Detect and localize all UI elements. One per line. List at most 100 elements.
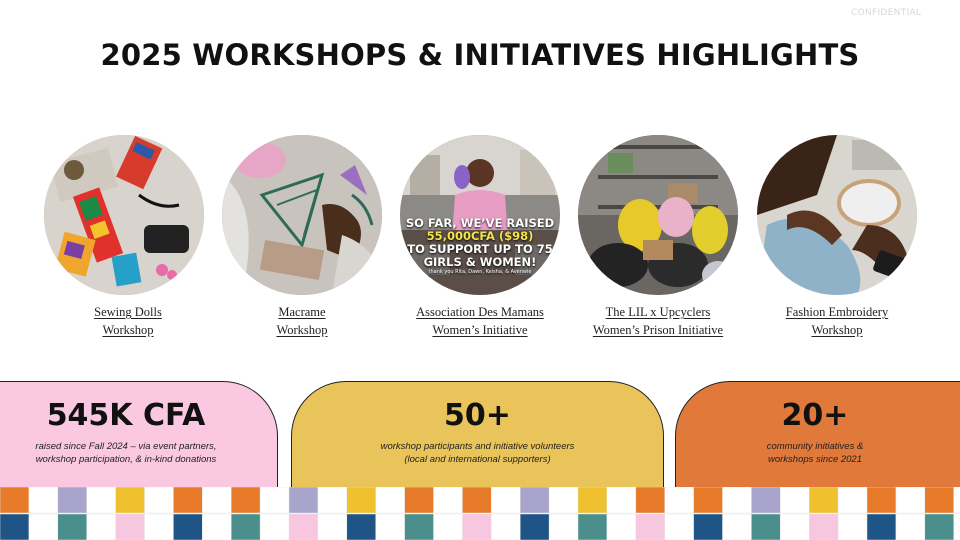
checker-tile — [895, 513, 926, 540]
checker-tile — [0, 487, 30, 514]
stat-description: workshop participants and initiative vol… — [292, 440, 663, 466]
checker-tile — [664, 487, 695, 514]
checker-tile — [837, 487, 868, 514]
checker-tile — [664, 513, 695, 540]
stat-description: community initiatives & workshops since … — [671, 440, 959, 466]
confidential-label: CONFIDENTIAL — [851, 8, 922, 18]
checker-tile — [693, 513, 724, 540]
checker-tile — [288, 513, 319, 540]
checker-tile — [202, 513, 232, 540]
checker-tile — [837, 513, 868, 540]
workshop-caption-macrame[interactable]: Macrame Workshop — [212, 303, 392, 339]
association-photo: SO FAR, WE’VE RAISED 55,000CFA ($98) TO … — [400, 135, 560, 295]
stat-description-line2: workshop participation, & in-kind donati… — [35, 454, 217, 465]
workshop-caption-sewing-dolls[interactable]: Sewing Dolls Workshop — [38, 303, 218, 339]
checker-tile — [751, 487, 781, 514]
checker-tile — [57, 487, 88, 514]
stat-description-line1: workshop participants and initiative vol… — [380, 441, 575, 452]
checker-tile — [404, 513, 435, 540]
checker-tile — [57, 513, 88, 540]
checker-tile — [115, 513, 146, 540]
checker-tile — [28, 487, 59, 514]
upcyclers-photo — [578, 135, 738, 295]
stat-description-line1: raised since Fall 2024 – via event partn… — [35, 441, 217, 452]
checker-tile — [288, 487, 319, 514]
checker-tile — [115, 487, 146, 514]
checker-tile — [28, 513, 59, 540]
workshop-caption-association[interactable]: Association Des Mamans Women’s Initiativ… — [390, 303, 570, 339]
checker-tile — [346, 513, 377, 540]
checker-tile — [953, 513, 960, 540]
checker-tile — [375, 487, 406, 514]
caption-line2: Workshop — [811, 323, 863, 337]
stat-description-line2: workshops since 2021 — [768, 454, 862, 465]
checker-tile — [433, 513, 463, 540]
page-title: 2025 WORKSHOPS & INITIATIVES HIGHLIGHTS — [100, 38, 860, 72]
caption-line1: Fashion Embroidery — [785, 305, 889, 319]
checker-tile — [808, 513, 839, 540]
checker-tile — [346, 487, 377, 514]
caption-line1: Macrame — [278, 305, 326, 319]
checker-tile — [462, 487, 492, 514]
caption-line2: Women’s Prison Initiative — [592, 323, 724, 337]
overlay-line3: GIRLS & WOMEN! — [423, 255, 537, 269]
checker-tile — [519, 513, 550, 540]
checker-tile — [86, 513, 117, 540]
checkerboard-border — [0, 487, 960, 540]
checker-tile — [173, 487, 203, 514]
checker-tile — [577, 513, 608, 540]
checker-tile — [86, 487, 117, 514]
checker-tile — [259, 513, 290, 540]
stat-value: 545K CFA — [46, 398, 206, 433]
checker-tile — [693, 487, 724, 514]
checker-tile — [404, 487, 435, 514]
stat-card-raised: 545K CFA raised since Fall 2024 – via ev… — [0, 381, 278, 491]
checker-tile — [866, 487, 897, 514]
checker-tile — [548, 487, 579, 514]
caption-line1: The LIL x Upcyclers — [605, 305, 711, 319]
checker-tile — [924, 513, 955, 540]
checker-tile — [606, 487, 637, 514]
checker-tile — [259, 487, 290, 514]
checker-tile — [519, 487, 550, 514]
overlay-fine-print: thank you Rita, Dawn, Keisha, & Avenwie — [428, 269, 532, 275]
checker-tile — [953, 487, 960, 514]
checker-tile — [780, 513, 810, 540]
checker-tile — [722, 513, 752, 540]
stat-value: 20+ — [781, 398, 849, 433]
checker-tile — [866, 513, 897, 540]
caption-line1: Sewing Dolls — [94, 305, 162, 319]
checker-tile — [202, 487, 232, 514]
stat-description-line1: community initiatives & — [766, 441, 864, 452]
caption-line1: Association Des Mamans — [416, 305, 544, 319]
checker-tile — [462, 513, 492, 540]
checker-tile — [491, 487, 521, 514]
checker-tile — [606, 513, 637, 540]
checker-tile — [0, 513, 30, 540]
checker-tile — [144, 513, 174, 540]
workshop-caption-embroidery[interactable]: Fashion Embroidery Workshop — [747, 303, 927, 339]
checker-tile — [635, 513, 666, 540]
caption-line2: Workshop — [276, 323, 328, 337]
workshop-caption-upcyclers[interactable]: The LIL x Upcyclers Women’s Prison Initi… — [568, 303, 748, 339]
overlay-amount-usd: ($98) — [498, 229, 534, 243]
sewing-dolls-photo — [44, 135, 204, 295]
checker-tile — [230, 487, 261, 514]
checker-tile — [722, 487, 752, 514]
checker-tile — [491, 513, 521, 540]
overlay-amount-cfa: 55,000CFA — [426, 229, 495, 243]
caption-line2: Workshop — [102, 323, 154, 337]
stat-description: raised since Fall 2024 – via event partn… — [0, 440, 265, 466]
checker-tile — [144, 487, 174, 514]
stat-description-line2: (local and international supporters) — [404, 454, 551, 465]
checker-tile — [895, 487, 926, 514]
checker-tile — [375, 513, 406, 540]
stat-card-participants: 50+ workshop participants and initiative… — [291, 381, 664, 491]
checker-tile — [751, 513, 781, 540]
checker-tile — [317, 487, 348, 514]
checker-tile — [635, 487, 666, 514]
caption-line2: Women’s Initiative — [432, 323, 528, 337]
checker-tile — [433, 487, 463, 514]
embroidery-photo — [757, 135, 917, 295]
checker-tile — [230, 513, 261, 540]
